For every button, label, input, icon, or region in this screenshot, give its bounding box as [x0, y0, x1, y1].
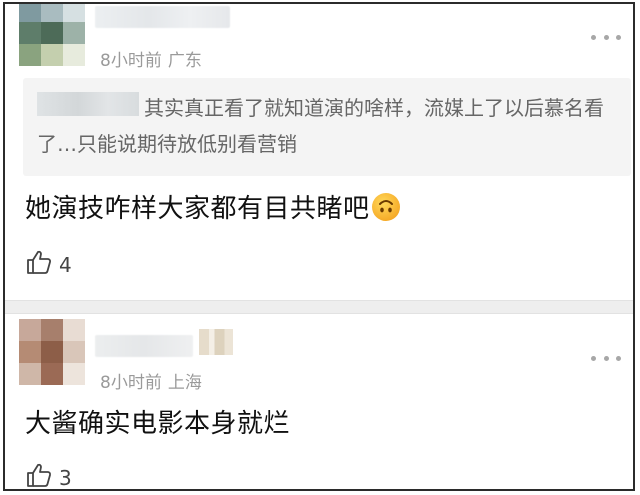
comment-text: 她演技咋样大家都有目共睹吧: [25, 188, 400, 225]
thumbs-up-icon: [25, 248, 53, 281]
comment-text-content: 她演技咋样大家都有目共睹吧: [25, 194, 370, 224]
divider: [5, 300, 633, 314]
comment-location: 广东: [167, 51, 202, 71]
comment-item: 8小时前 上海 大酱确实电影本身就烂 3: [5, 313, 633, 490]
comment-meta: 8小时前 广东: [100, 46, 202, 71]
comment-location: 上海: [167, 373, 202, 393]
quoted-reply-text: 其实真正看了就知道演的啥样，流媒上了以后慕名看了…只能说期待放低别看营销: [37, 96, 604, 156]
avatar[interactable]: [19, 4, 85, 66]
like-button[interactable]: 4: [25, 248, 72, 281]
comment-list: 8小时前 广东 其实真正看了就知道演的啥样，流媒上了以后慕名看了…只能说期待放低别…: [3, 2, 635, 491]
more-dots-icon[interactable]: [591, 32, 621, 42]
username-badge-redacted: [199, 329, 233, 355]
comment-item: 8小时前 广东 其实真正看了就知道演的啥样，流媒上了以后慕名看了…只能说期待放低别…: [5, 4, 633, 297]
more-dots-icon[interactable]: [591, 353, 621, 363]
like-count: 3: [59, 465, 72, 490]
thumbs-up-icon: [25, 461, 53, 489]
username-redacted[interactable]: [95, 335, 193, 357]
comment-text: 大酱确实电影本身就烂: [25, 409, 291, 439]
like-button[interactable]: 3: [25, 461, 72, 490]
username-redacted[interactable]: [95, 6, 230, 28]
avatar[interactable]: [19, 319, 85, 385]
like-count: 4: [59, 252, 72, 277]
quoted-reply[interactable]: 其实真正看了就知道演的啥样，流媒上了以后慕名看了…只能说期待放低别看营销: [23, 78, 631, 176]
comment-time: 8小时前: [100, 373, 162, 393]
comment-meta: 8小时前 上海: [100, 368, 202, 393]
upside-down-face-icon: [371, 193, 400, 221]
comment-time: 8小时前: [100, 51, 162, 71]
